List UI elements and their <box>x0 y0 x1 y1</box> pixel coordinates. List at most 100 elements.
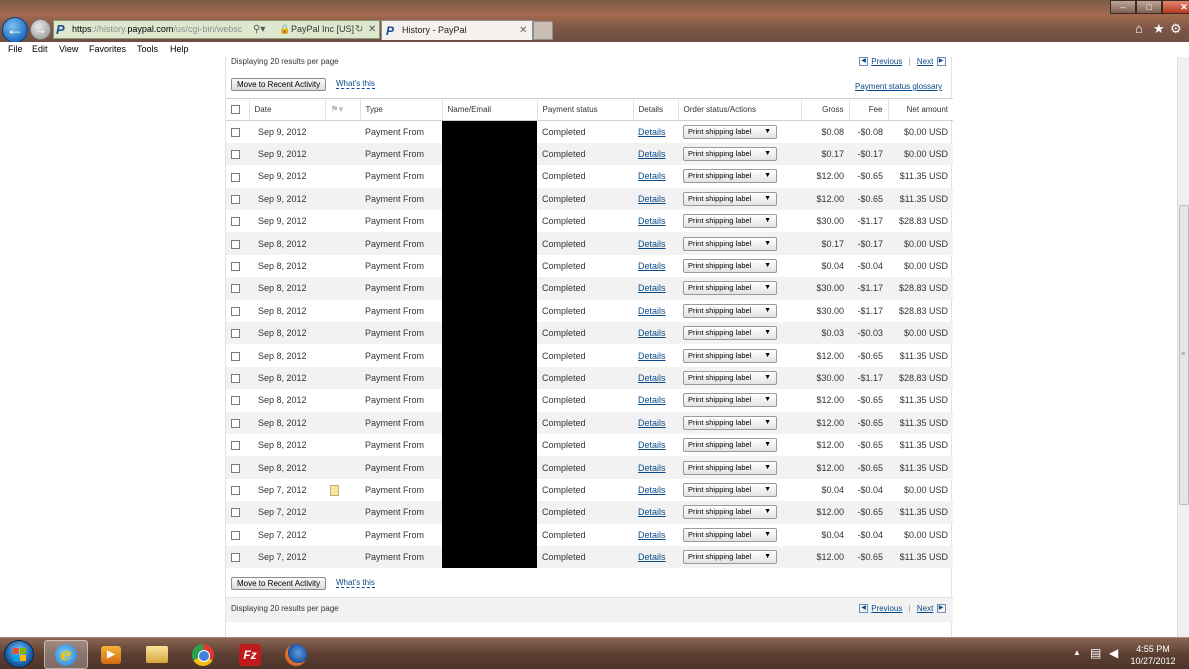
details-link[interactable]: Details <box>638 485 666 495</box>
print-shipping-label-dropdown[interactable]: Print shipping label ▼ <box>683 482 777 497</box>
print-shipping-label-dropdown[interactable]: Print shipping label ▼ <box>683 303 777 318</box>
print-shipping-label-dropdown[interactable]: Print shipping label ▼ <box>683 259 777 274</box>
details-link[interactable]: Details <box>638 418 666 428</box>
details-link[interactable]: Details <box>638 261 666 271</box>
col-flag[interactable]: ⚑▾ <box>325 98 361 121</box>
row-checkbox[interactable] <box>231 217 240 227</box>
col-name-email[interactable]: Name/Email <box>442 98 538 121</box>
col-gross[interactable]: Gross <box>801 98 850 121</box>
print-shipping-label-dropdown[interactable]: Print shipping label ▼ <box>683 236 777 251</box>
print-shipping-label-dropdown[interactable]: Print shipping label ▼ <box>683 415 777 430</box>
details-link[interactable]: Details <box>638 552 666 562</box>
print-shipping-label-dropdown[interactable]: Print shipping label ▼ <box>683 393 777 408</box>
row-checkbox[interactable] <box>231 262 240 272</box>
col-type[interactable]: Type <box>360 98 443 121</box>
details-link[interactable]: Details <box>638 306 666 316</box>
volume-icon[interactable]: ◀ <box>1109 646 1118 669</box>
print-shipping-label-dropdown[interactable]: Print shipping label ▼ <box>683 124 777 139</box>
print-shipping-label-dropdown[interactable]: Print shipping label ▼ <box>683 438 777 453</box>
print-shipping-label-dropdown[interactable]: Print shipping label ▼ <box>683 370 777 385</box>
whats-this-link-bottom[interactable]: What's this <box>336 578 375 588</box>
tab-close-icon[interactable]: ✕ <box>519 21 527 40</box>
details-link[interactable]: Details <box>638 171 666 181</box>
favorites-star-icon[interactable]: ★ <box>1153 21 1165 37</box>
taskbar-filezilla[interactable]: Fz <box>228 640 272 669</box>
menu-view[interactable]: View <box>59 44 78 54</box>
clock[interactable]: 4:55 PM 10/27/2012 <box>1128 643 1178 667</box>
taskbar-firefox[interactable] <box>274 640 318 669</box>
select-all-checkbox[interactable] <box>231 105 240 115</box>
details-link[interactable]: Details <box>638 194 666 204</box>
print-shipping-label-dropdown[interactable]: Print shipping label ▼ <box>683 191 777 206</box>
refresh-icon[interactable]: ↻ <box>355 21 363 38</box>
row-checkbox[interactable] <box>231 284 240 294</box>
row-checkbox[interactable] <box>231 553 240 563</box>
row-checkbox[interactable] <box>231 351 240 361</box>
row-checkbox[interactable] <box>231 374 240 384</box>
tools-gear-icon[interactable]: ⚙ <box>1170 21 1182 37</box>
print-shipping-label-dropdown[interactable]: Print shipping label ▼ <box>683 214 777 229</box>
start-button[interactable] <box>4 640 34 668</box>
print-shipping-label-dropdown[interactable]: Print shipping label ▼ <box>683 550 777 565</box>
print-shipping-label-dropdown[interactable]: Print shipping label ▼ <box>683 326 777 341</box>
payment-status-glossary-link[interactable]: Payment status glossary <box>855 82 942 91</box>
certificate-label[interactable]: PayPal Inc [US] <box>291 21 354 38</box>
row-checkbox[interactable] <box>231 396 240 406</box>
details-link[interactable]: Details <box>638 395 666 405</box>
menu-file[interactable]: File <box>8 44 23 54</box>
print-shipping-label-dropdown[interactable]: Print shipping label ▼ <box>683 348 777 363</box>
details-link[interactable]: Details <box>638 373 666 383</box>
network-icon[interactable]: ▤ <box>1090 646 1101 669</box>
next-link[interactable]: Next <box>917 604 933 613</box>
row-checkbox[interactable] <box>231 463 240 473</box>
row-checkbox[interactable] <box>231 194 240 204</box>
minimize-button[interactable]: – <box>1110 0 1136 14</box>
row-checkbox[interactable] <box>231 329 240 339</box>
print-shipping-label-dropdown[interactable]: Print shipping label ▼ <box>683 281 777 296</box>
flag-filter-icon[interactable]: ⚑▾ <box>331 104 344 114</box>
home-icon[interactable]: ⌂ <box>1135 21 1143 36</box>
row-checkbox[interactable] <box>231 239 240 249</box>
details-link[interactable]: Details <box>638 530 666 540</box>
show-hidden-icons-icon[interactable]: ▲ <box>1073 648 1081 669</box>
taskbar-chrome[interactable] <box>181 640 225 669</box>
move-to-recent-activity-button[interactable]: Move to Recent Activity <box>231 78 327 91</box>
maximize-button[interactable]: □ <box>1136 0 1162 14</box>
lock-icon[interactable]: 🔒 <box>279 21 290 38</box>
details-link[interactable]: Details <box>638 463 666 473</box>
move-to-recent-activity-button-bottom[interactable]: Move to Recent Activity <box>231 577 327 590</box>
address-bar[interactable]: P https://history.paypal.com/us/cgi-bin/… <box>53 20 380 39</box>
next-arrow-icon[interactable]: ▶ <box>936 604 946 614</box>
print-shipping-label-dropdown[interactable]: Print shipping label ▼ <box>683 460 777 475</box>
col-payment-status[interactable]: Payment status <box>537 98 634 121</box>
row-checkbox[interactable] <box>231 172 240 182</box>
search-icon[interactable]: ⚲▾ <box>253 21 265 38</box>
details-link[interactable]: Details <box>638 328 666 338</box>
row-checkbox[interactable] <box>231 441 240 451</box>
details-link[interactable]: Details <box>638 351 666 361</box>
previous-arrow-icon[interactable]: ◀ <box>859 604 868 614</box>
previous-arrow-icon[interactable]: ◀ <box>859 57 868 67</box>
menu-edit[interactable]: Edit <box>32 44 48 54</box>
tab-history-paypal[interactable]: P History - PayPal ✕ <box>381 20 533 40</box>
url-text[interactable]: https://history.paypal.com/us/cgi-bin/we… <box>72 21 250 38</box>
vertical-scrollbar[interactable]: ≡ <box>1177 57 1189 637</box>
row-checkbox[interactable] <box>231 530 240 540</box>
row-checkbox[interactable] <box>231 128 240 137</box>
print-shipping-label-dropdown[interactable]: Print shipping label ▼ <box>683 527 777 542</box>
row-checkbox[interactable] <box>231 418 240 428</box>
new-tab-button[interactable] <box>533 21 553 40</box>
col-net-amount[interactable]: Net amount <box>888 98 953 121</box>
row-checkbox[interactable] <box>231 508 240 518</box>
next-arrow-icon[interactable]: ▶ <box>936 57 946 67</box>
details-link[interactable]: Details <box>638 507 666 517</box>
forward-button[interactable]: → <box>30 19 51 40</box>
close-window-button[interactable]: ✕ <box>1162 0 1189 14</box>
menu-tools[interactable]: Tools <box>137 44 158 54</box>
previous-link[interactable]: Previous <box>871 57 902 66</box>
back-button[interactable]: ← <box>2 17 28 43</box>
details-link[interactable]: Details <box>638 239 666 249</box>
details-link[interactable]: Details <box>638 440 666 450</box>
note-icon[interactable] <box>330 484 339 496</box>
details-link[interactable]: Details <box>638 283 666 293</box>
